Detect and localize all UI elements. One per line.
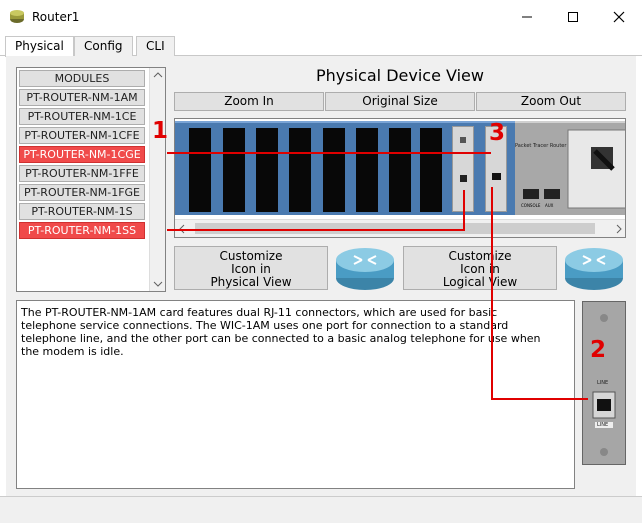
callout-3: 3 — [489, 120, 506, 146]
installed-module-card[interactable] — [452, 126, 474, 212]
customize-line: Icon in — [460, 262, 500, 276]
modules-list: MODULES PT-ROUTER-NM-1AM PT-ROUTER-NM-1C… — [16, 67, 166, 292]
tab-physical[interactable]: Physical — [5, 36, 74, 57]
empty-slot[interactable] — [289, 128, 311, 212]
zoom-out-button[interactable]: Zoom Out — [476, 92, 626, 111]
scroll-arrows-icon — [179, 224, 622, 234]
aux-label: AUX — [545, 203, 554, 208]
router-chassis — [175, 121, 515, 215]
maximize-button[interactable] — [550, 0, 596, 34]
module-item-nm-1cfe[interactable]: PT-ROUTER-NM-1CFE — [19, 127, 145, 144]
module-item-nm-1ffe[interactable]: PT-ROUTER-NM-1FFE — [19, 165, 145, 182]
modules-header: MODULES — [19, 70, 145, 87]
status-bar — [0, 496, 642, 523]
device-view-hscrollbar[interactable] — [175, 219, 625, 237]
module-description: The PT-ROUTER-NM-1AM card features dual … — [16, 300, 575, 489]
module-item-nm-1fge[interactable]: PT-ROUTER-NM-1FGE — [19, 184, 145, 201]
console-label: CONSOLE — [521, 203, 541, 208]
panel-label: Packet Tracer Router — [515, 143, 567, 149]
empty-slot[interactable] — [256, 128, 278, 212]
tab-config[interactable]: Config — [74, 36, 133, 56]
customize-line: Physical View — [210, 275, 292, 289]
customize-line: Customize — [219, 249, 283, 263]
callout-2: 2 — [590, 337, 607, 363]
module-item-nm-1ss[interactable]: PT-ROUTER-NM-1SS — [19, 222, 145, 239]
close-button[interactable] — [596, 0, 642, 34]
router-app-icon — [10, 10, 24, 23]
close-icon — [613, 11, 625, 23]
modules-scrollbar[interactable] — [149, 68, 165, 291]
empty-slot[interactable] — [389, 128, 411, 212]
tab-bar: Physical Config CLI — [0, 34, 642, 57]
empty-slot[interactable] — [323, 128, 345, 212]
customize-line: Icon in — [231, 262, 271, 276]
module-item-nm-1cge[interactable]: PT-ROUTER-NM-1CGE — [19, 146, 145, 163]
physical-device-view-title: Physical Device View — [316, 66, 484, 85]
router-icon — [565, 248, 623, 290]
description-line: telephone line, and the other port can b… — [21, 332, 541, 345]
customize-line: Logical View — [442, 275, 518, 289]
module-item-nm-1s[interactable]: PT-ROUTER-NM-1S — [19, 203, 145, 220]
description-line: The PT-ROUTER-NM-1AM card features dual … — [21, 306, 498, 319]
router-back-panel: Packet Tracer Router CONSOLE AUX — [515, 121, 625, 215]
minimize-button[interactable] — [504, 0, 550, 34]
empty-slot[interactable] — [420, 128, 442, 212]
tab-cli[interactable]: CLI — [136, 36, 175, 56]
zoom-in-button[interactable]: Zoom In — [174, 92, 324, 111]
customize-logical-view-button[interactable]: Customize Icon in Logical View — [403, 246, 557, 290]
callout-1: 1 — [152, 118, 169, 144]
module-item-nm-1ce[interactable]: PT-ROUTER-NM-1CE — [19, 108, 145, 125]
original-size-button[interactable]: Original Size — [325, 92, 475, 111]
minimize-icon — [522, 16, 532, 18]
description-line: the modem is idle. — [21, 345, 124, 358]
module-ports-icon — [460, 137, 467, 182]
empty-slot[interactable] — [189, 128, 211, 212]
router-icon — [336, 248, 394, 290]
customize-physical-view-button[interactable]: Customize Icon in Physical View — [174, 246, 328, 290]
title-bar: Router1 — [0, 0, 642, 34]
port-top-label: LINE — [597, 380, 609, 386]
module-preview-image: LINE LINE — [582, 301, 626, 465]
module-item-nm-1am[interactable]: PT-ROUTER-NM-1AM — [19, 89, 145, 106]
scroll-arrows-icon — [153, 72, 163, 287]
power-panel-icon — [523, 129, 625, 209]
customize-line: Customize — [448, 249, 512, 263]
device-view-canvas[interactable]: Packet Tracer Router CONSOLE AUX — [174, 118, 626, 238]
empty-slot[interactable] — [223, 128, 245, 212]
maximize-icon — [568, 12, 578, 22]
description-line: telephone service connections. The WIC-1… — [21, 319, 509, 332]
port-bottom-label: LINE — [597, 422, 609, 428]
empty-slot[interactable] — [356, 128, 378, 212]
window-title: Router1 — [32, 10, 80, 24]
